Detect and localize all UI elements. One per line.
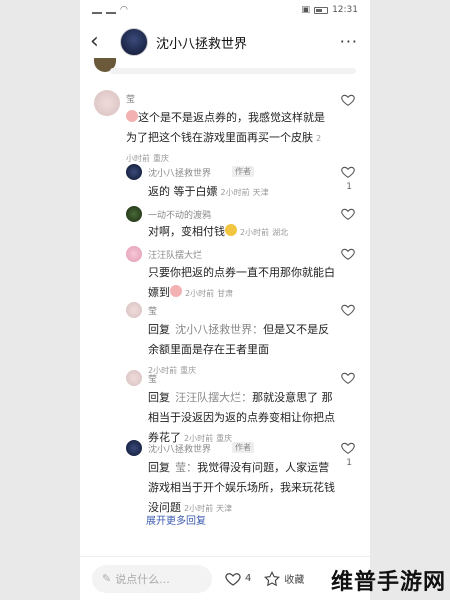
heart-icon[interactable] <box>340 302 356 318</box>
heart-icon[interactable] <box>340 370 356 386</box>
favorite-label: 收藏 <box>284 575 305 586</box>
like-count: 1 <box>346 182 352 192</box>
signal-icon <box>92 6 102 14</box>
reply-location: 天津 <box>216 504 233 513</box>
reply-body: 只要你把返的点券一直不用那你就能白嫖到 2小时前 甘肃 <box>148 261 338 301</box>
reply-mention[interactable]: 沈小八拯救世界： <box>175 323 263 336</box>
comment-input[interactable]: ✎ 说点什么... <box>92 564 212 593</box>
heart-icon[interactable] <box>340 164 356 180</box>
reply-text: 返的 等于白嫖 <box>148 185 218 198</box>
status-right: ▣ 12:31 <box>302 5 358 15</box>
reply-mention[interactable]: 汪汪队摆大烂： <box>175 391 252 404</box>
author-badge: 作者 <box>232 166 254 177</box>
expand-replies-link[interactable]: 展开更多回复 <box>146 512 206 527</box>
comment-author[interactable]: 莹 <box>126 92 135 105</box>
avatar[interactable] <box>126 370 142 386</box>
more-icon[interactable]: ··· <box>340 32 358 51</box>
reply-prefix: 回复 <box>148 461 170 474</box>
bottom-bar: ✎ 说点什么... 4 收藏 <box>80 556 370 600</box>
like-count: 4 <box>245 573 252 584</box>
avatar[interactable] <box>126 440 142 456</box>
author-badge: 作者 <box>232 442 254 453</box>
reply-location: 湖北 <box>272 228 289 237</box>
reply-body: 回复 莹：我觉得没有问题，人家运营游戏相当于开个娱乐场所，我来玩花钱没问题 2小时… <box>148 456 338 516</box>
header: ‹ 沈小八拯救世界 ··· <box>80 20 370 64</box>
reply-body: 回复 沈小八拯救世界：但是又不是反余额里面是存在王者里面 2小时前 重庆 <box>148 318 338 377</box>
reply: 沈小八拯救世界 作者 回复 莹：我觉得没有问题，人家运营游戏相当于开个娱乐场所，… <box>80 440 370 514</box>
reply-mention[interactable]: 莹： <box>175 461 197 474</box>
reply-location: 甘肃 <box>217 289 234 298</box>
favorite-button[interactable]: 收藏 <box>263 570 304 588</box>
signal-icon-2 <box>106 6 116 14</box>
reply-author[interactable]: 莹 <box>148 304 157 317</box>
avatar[interactable] <box>126 164 142 180</box>
heart-icon[interactable] <box>340 246 356 262</box>
status-bar: ◠ ▣ 12:31 <box>80 0 370 20</box>
reply-body: 返的 等于白嫖 2小时前 天津 <box>148 180 328 200</box>
reply: 沈小八拯救世界 作者 返的 等于白嫖 2小时前 天津 1 <box>80 162 370 206</box>
reply-text: 对啊，变相付钱 <box>148 225 225 238</box>
like-button[interactable]: 4 <box>224 570 251 588</box>
reply-author[interactable]: 莹 <box>148 372 157 385</box>
reply-author[interactable]: 沈小八拯救世界 <box>148 442 211 455</box>
reply-prefix: 回复 <box>148 323 170 336</box>
avatar[interactable] <box>94 90 120 116</box>
emoji-icon <box>170 284 182 297</box>
reply-author[interactable]: 沈小八拯救世界 <box>148 166 211 179</box>
phone-screen: ◠ ▣ 12:31 ‹ 沈小八拯救世界 ··· 莹 这个是不是返点券的，我感觉这… <box>80 0 370 600</box>
comment: 莹 这个是不是返点券的，我感觉这样就是为了把这个钱在游戏里面再买一个皮肤 2小时前… <box>80 90 370 165</box>
comment-input-placeholder: 说点什么... <box>115 572 170 586</box>
back-icon[interactable]: ‹ <box>90 31 114 53</box>
status-left: ◠ <box>92 5 128 15</box>
status-time: 12:31 <box>332 5 358 15</box>
reply: 莹 回复 汪汪队摆大烂：那就没意思了 那相当于没返因为返的点券变相让你把点券花了… <box>80 370 370 444</box>
reply-time: 2小时前 <box>240 228 270 237</box>
like-count: 1 <box>346 458 352 468</box>
previous-content-peek <box>80 58 370 80</box>
heart-icon <box>225 572 241 586</box>
heart-icon[interactable] <box>340 206 356 222</box>
comment-body: 这个是不是返点券的，我感觉这样就是为了把这个钱在游戏里面再买一个皮肤 2小时前 重庆 <box>126 106 326 165</box>
emoji-icon <box>126 109 138 122</box>
avatar[interactable] <box>126 206 142 222</box>
nfc-icon: ▣ <box>301 5 311 15</box>
battery-icon <box>314 6 329 14</box>
reply: 汪汪队摆大烂 只要你把返的点券一直不用那你就能白嫖到 2小时前 甘肃 <box>80 244 370 302</box>
reply-body: 回复 汪汪队摆大烂：那就没意思了 那相当于没返因为返的点券变相让你把点券花了 2小… <box>148 386 338 446</box>
heart-icon[interactable] <box>340 92 356 108</box>
divider <box>110 68 356 74</box>
reply: 一动不动的渡鸦 对啊，变相付钱 2小时前 湖北 <box>80 204 370 244</box>
reply-location: 天津 <box>252 188 269 197</box>
avatar[interactable] <box>126 302 142 318</box>
comment-text: 这个是不是返点券的，我感觉这样就是为了把这个钱在游戏里面再买一个皮肤 <box>126 111 325 144</box>
avatar[interactable] <box>126 246 142 262</box>
pen-icon: ✎ <box>102 572 112 585</box>
avatar[interactable] <box>120 28 148 56</box>
star-icon <box>264 570 281 586</box>
reply-time: 2小时前 <box>185 289 215 298</box>
wifi-icon: ◠ <box>120 5 128 15</box>
reply-body: 对啊，变相付钱 2小时前 湖北 <box>148 220 328 240</box>
reply-time: 2小时前 <box>220 188 250 197</box>
watermark: 维普手游网 <box>330 570 446 595</box>
reply: 莹 回复 沈小八拯救世界：但是又不是反余额里面是存在王者里面 2小时前 重庆 <box>80 302 370 375</box>
reply-author[interactable]: 汪汪队摆大烂 <box>148 248 202 261</box>
page-title: 沈小八拯救世界 <box>156 36 248 52</box>
reply-prefix: 回复 <box>148 391 170 404</box>
heart-icon[interactable] <box>340 440 356 456</box>
emoji-icon <box>225 223 237 236</box>
